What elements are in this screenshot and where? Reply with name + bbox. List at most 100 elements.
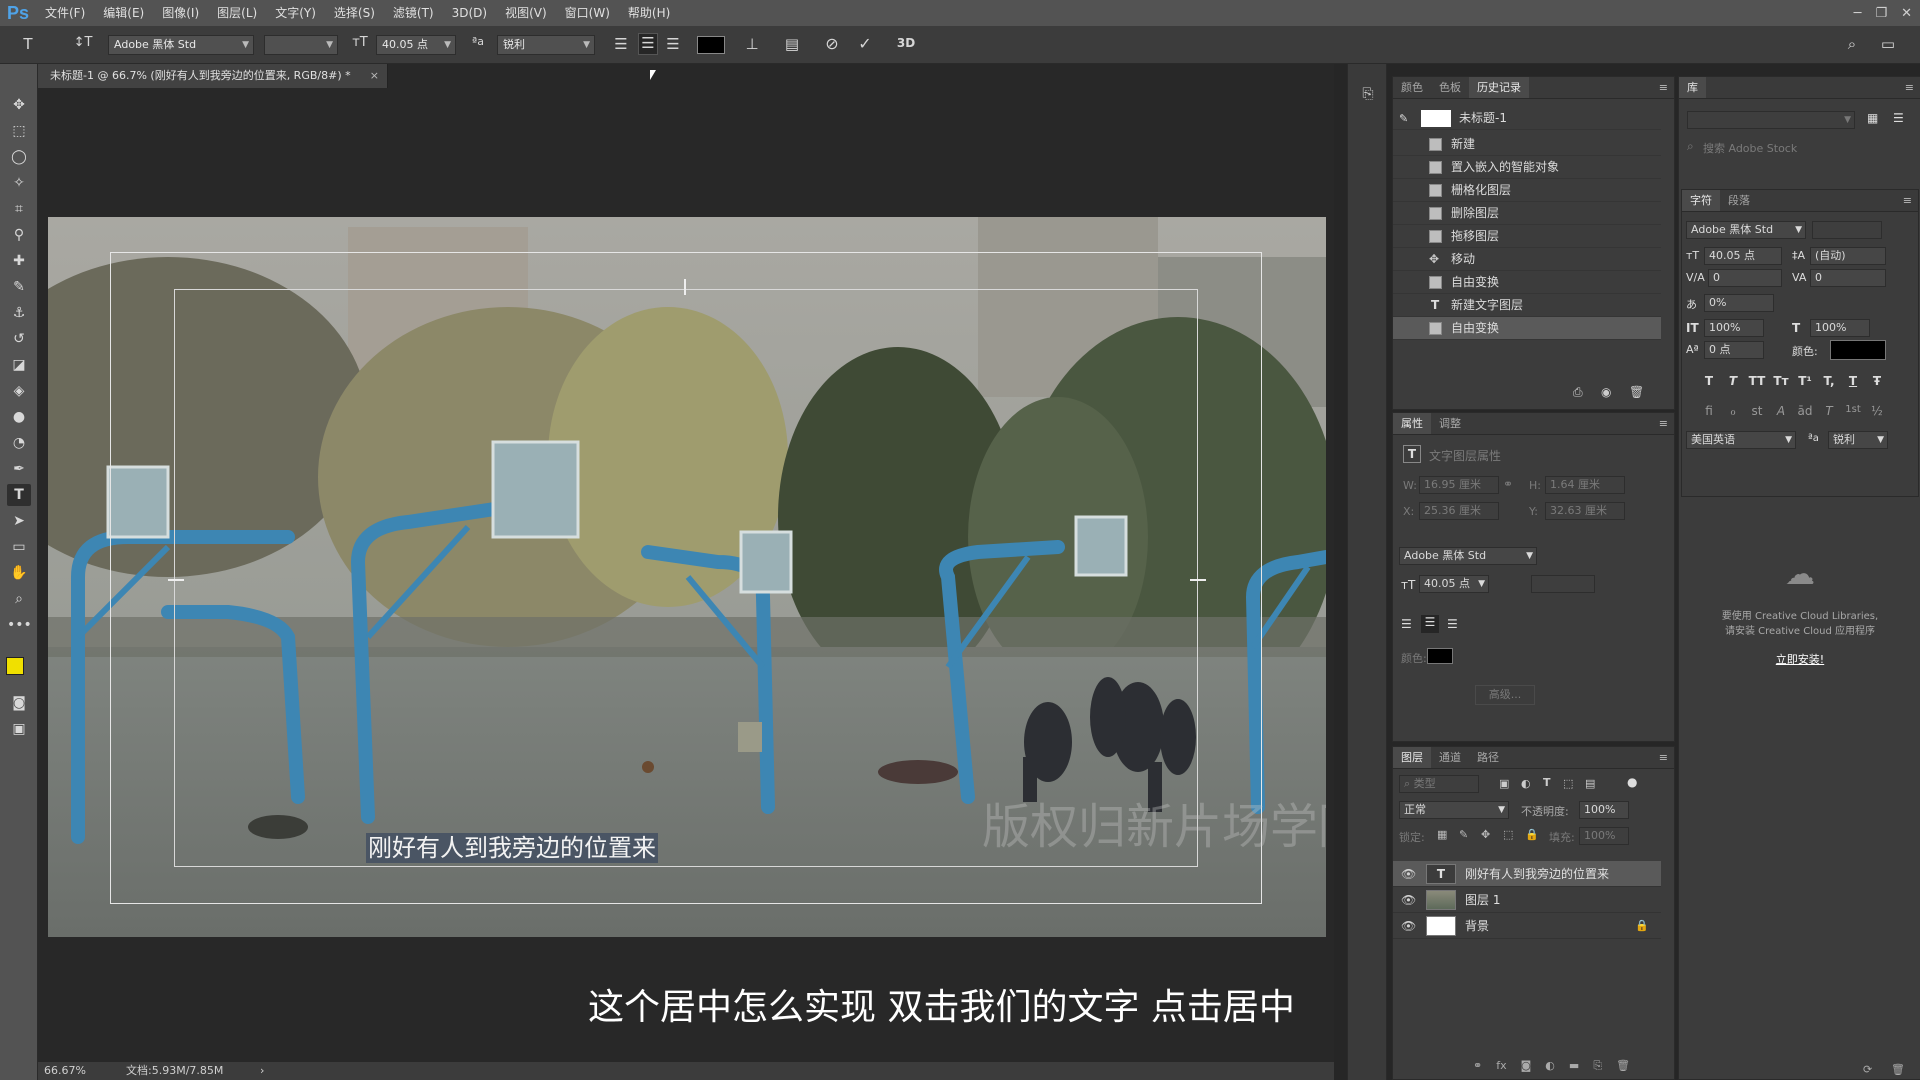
- menu-select[interactable]: 选择(S): [325, 0, 384, 26]
- lock-position-icon[interactable]: ✥: [1481, 828, 1490, 841]
- minimize-icon[interactable]: ─: [1854, 6, 1862, 21]
- filter-adjustment-icon[interactable]: ◐: [1521, 777, 1531, 790]
- menu-filter[interactable]: 滤镜(T): [384, 0, 443, 26]
- swash-button[interactable]: A: [1770, 404, 1792, 418]
- history-item[interactable]: 自由变换: [1393, 271, 1661, 294]
- layer-filter-select[interactable]: ⌕ 类型: [1399, 775, 1479, 793]
- x-field[interactable]: 25.36 厘米: [1419, 502, 1499, 520]
- menu-type[interactable]: 文字(Y): [266, 0, 325, 26]
- menu-3d[interactable]: 3D(D): [443, 0, 496, 26]
- link-layers-icon[interactable]: ⚭: [1473, 1059, 1482, 1073]
- align-left-icon[interactable]: ☰: [612, 35, 630, 53]
- visibility-eye-icon[interactable]: 👁: [1401, 913, 1416, 939]
- healing-brush-icon[interactable]: ✚: [7, 250, 31, 272]
- strikethrough-button[interactable]: Ŧ: [1866, 374, 1888, 388]
- history-item[interactable]: 自由变换: [1393, 317, 1661, 340]
- text-color-swatch[interactable]: [697, 36, 725, 54]
- all-caps-button[interactable]: TT: [1746, 374, 1768, 388]
- font-style-select[interactable]: ▼: [264, 35, 338, 55]
- filter-shape-icon[interactable]: ⬚: [1563, 777, 1573, 790]
- layer-row[interactable]: 👁 T 刚好有人到我旁边的位置来: [1393, 861, 1661, 887]
- path-select-icon[interactable]: ➤: [7, 510, 31, 532]
- type-tool-icon[interactable]: T: [7, 484, 31, 506]
- history-item[interactable]: 栅格化图层: [1393, 179, 1661, 202]
- install-now-link[interactable]: 立即安装!: [1679, 651, 1920, 667]
- character-antialias-select[interactable]: 锐利 ▼: [1828, 431, 1888, 449]
- commit-check-icon[interactable]: ✓: [855, 34, 875, 53]
- properties-font-size-select[interactable]: 40.05 点 ▼: [1419, 575, 1489, 593]
- font-size-select[interactable]: 40.05 点 ▼: [376, 35, 456, 55]
- hand-tool-icon[interactable]: ✋: [7, 562, 31, 584]
- leading-select[interactable]: (自动): [1810, 247, 1886, 265]
- menu-edit[interactable]: 编辑(E): [94, 0, 153, 26]
- tab-adjustments[interactable]: 调整: [1431, 413, 1469, 434]
- tab-properties[interactable]: 属性: [1393, 413, 1431, 434]
- tab-character[interactable]: 字符: [1682, 190, 1720, 211]
- stock-search-input[interactable]: 搜索 Adobe Stock: [1703, 140, 1797, 156]
- underline-button[interactable]: T: [1842, 374, 1864, 388]
- panel-menu-icon[interactable]: ≡: [1905, 81, 1914, 94]
- kerning-select[interactable]: 0: [1708, 269, 1782, 287]
- blend-mode-select[interactable]: 正常 ▼: [1399, 801, 1509, 819]
- subscript-button[interactable]: T,: [1818, 374, 1840, 388]
- ordinals-button[interactable]: 1st: [1842, 404, 1864, 415]
- adjustment-layer-icon[interactable]: ◐: [1545, 1059, 1555, 1073]
- history-item[interactable]: 删除图层: [1393, 202, 1661, 225]
- faux-italic-button[interactable]: T: [1722, 374, 1744, 388]
- fill-field[interactable]: 100%: [1579, 827, 1629, 845]
- align-center-icon[interactable]: ☰: [638, 33, 658, 55]
- cancel-icon[interactable]: ⊘: [822, 34, 842, 53]
- tab-library[interactable]: 库: [1679, 77, 1706, 98]
- restore-icon[interactable]: ❐: [1875, 6, 1887, 21]
- camera-snapshot-icon[interactable]: ◉: [1601, 385, 1611, 399]
- trash-icon[interactable]: 🗑: [1629, 385, 1644, 399]
- brush-tool-icon[interactable]: ✎: [7, 276, 31, 298]
- type-tool-icon[interactable]: T: [18, 35, 38, 53]
- lock-pixels-icon[interactable]: ✎: [1459, 828, 1468, 841]
- fx-icon[interactable]: fx: [1496, 1059, 1506, 1073]
- tracking-select[interactable]: 0: [1810, 269, 1886, 287]
- properties-font-style-select[interactable]: [1531, 575, 1595, 593]
- pen-tool-icon[interactable]: ✒: [7, 458, 31, 480]
- selected-caption-text[interactable]: 刚好有人到我旁边的位置来: [366, 833, 658, 863]
- foreground-color-swatch[interactable]: [6, 657, 24, 675]
- link-icon[interactable]: ⚭: [1503, 477, 1513, 491]
- menu-file[interactable]: 文件(F): [36, 0, 94, 26]
- tab-channels[interactable]: 通道: [1431, 747, 1469, 768]
- lasso-tool-icon[interactable]: ◯: [7, 146, 31, 168]
- transform-handle-left[interactable]: [168, 579, 184, 581]
- marquee-tool-icon[interactable]: ⬚: [7, 120, 31, 142]
- tab-color[interactable]: 颜色: [1393, 77, 1431, 98]
- history-brush-icon[interactable]: ↺: [7, 328, 31, 350]
- character-font-family-select[interactable]: Adobe 黑体 Std ▼: [1686, 221, 1806, 239]
- grid-view-icon[interactable]: ▦: [1867, 111, 1878, 125]
- history-item[interactable]: T 新建文字图层: [1393, 294, 1661, 317]
- width-field[interactable]: 16.95 厘米: [1419, 476, 1499, 494]
- magic-wand-icon[interactable]: ✧: [7, 172, 31, 194]
- lock-transparent-icon[interactable]: ▦: [1437, 828, 1447, 841]
- quick-mask-icon[interactable]: ◙: [7, 692, 31, 714]
- text-orientation-icon[interactable]: ↕T: [73, 35, 93, 50]
- lock-artboard-icon[interactable]: ⬚: [1503, 828, 1513, 841]
- new-layer-icon[interactable]: ⎘: [1593, 1059, 1602, 1073]
- filter-toggle-icon[interactable]: ●: [1627, 775, 1637, 789]
- stylistic-alternates-button[interactable]: ād: [1794, 404, 1816, 418]
- superscript-button[interactable]: T¹: [1794, 374, 1816, 388]
- zoom-level[interactable]: 66.67%: [44, 1062, 86, 1080]
- transform-handle-top[interactable]: [684, 279, 686, 295]
- library-select[interactable]: ▼: [1687, 111, 1855, 129]
- workspace-icon[interactable]: ▭: [1878, 35, 1898, 53]
- eraser-icon[interactable]: ◪: [7, 354, 31, 376]
- rectangle-tool-icon[interactable]: ▭: [7, 536, 31, 558]
- small-caps-button[interactable]: Tт: [1770, 374, 1792, 388]
- add-mask-icon[interactable]: ◙: [1521, 1059, 1532, 1073]
- color-swatch[interactable]: [1427, 648, 1453, 664]
- paint-bucket-icon[interactable]: ◈: [7, 380, 31, 402]
- text-bounding-box[interactable]: [174, 289, 1198, 867]
- document-tab[interactable]: 未标题-1 @ 66.7% (刚好有人到我旁边的位置来, RGB/8#) * ×: [38, 64, 388, 88]
- properties-font-family-select[interactable]: Adobe 黑体 Std ▼: [1399, 547, 1537, 565]
- layer-row[interactable]: 👁 背景 🔒: [1393, 913, 1661, 939]
- tab-paths[interactable]: 路径: [1469, 747, 1507, 768]
- vertical-scale-field[interactable]: 100%: [1704, 319, 1764, 337]
- 3d-button[interactable]: 3D: [894, 36, 918, 50]
